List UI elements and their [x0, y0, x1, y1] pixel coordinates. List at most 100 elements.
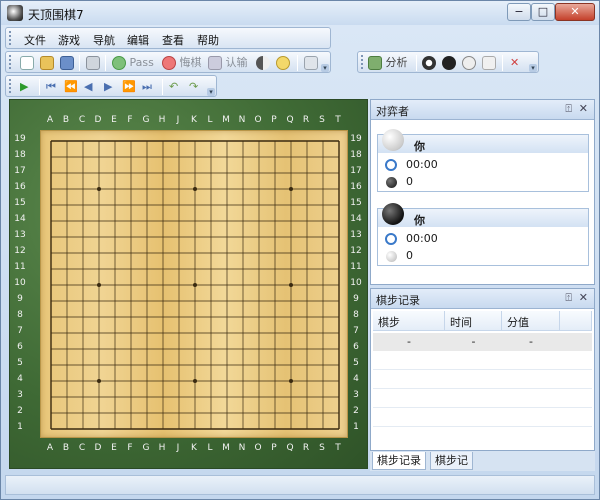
- board-column-label: R: [302, 443, 310, 453]
- pin-icon[interactable]: ⍐: [565, 102, 572, 116]
- last-move-icon[interactable]: ⏭: [142, 79, 152, 95]
- moves-panel: 棋步记录 ⍐ ✕ 棋步 时间 分值 - - -: [370, 288, 595, 451]
- board-column-label: R: [302, 115, 310, 125]
- white-player-name: 你: [414, 140, 425, 153]
- close-icon[interactable]: ✕: [579, 102, 588, 115]
- variation-down-icon[interactable]: ↷: [189, 79, 198, 95]
- toolbar-overflow-icon[interactable]: ▾: [529, 64, 537, 72]
- table-cell[interactable]: -: [502, 333, 560, 351]
- close-icon[interactable]: ✕: [579, 291, 588, 304]
- main-toolbar: Pass 悔棋 认输 ▾: [5, 51, 331, 73]
- white-player-time: 00:00: [406, 158, 438, 171]
- menu-help[interactable]: 帮助: [197, 32, 219, 48]
- variation-up-icon[interactable]: ↶: [169, 79, 178, 95]
- board-column-label: C: [78, 115, 86, 125]
- star-point: [289, 379, 293, 383]
- stones-icon[interactable]: [422, 55, 436, 71]
- column-header-time[interactable]: 时间: [445, 311, 502, 331]
- board-row-label: 15: [350, 198, 362, 208]
- toolbar-overflow-icon[interactable]: ▾: [207, 88, 215, 96]
- black-stone-icon: [386, 177, 397, 188]
- menu-navigate[interactable]: 导航: [93, 32, 115, 48]
- table-row-line: [373, 407, 592, 408]
- back-ten-icon[interactable]: ⏪: [64, 79, 78, 95]
- toolbar-separator: [502, 55, 503, 71]
- app-window: 天顶围棋7 − □ ✕ 文件 游戏 导航 编辑 查看 帮助 Pass 悔棋 认输…: [0, 0, 600, 500]
- pin-icon[interactable]: ⍐: [565, 291, 572, 305]
- board-grid[interactable]: [41, 131, 349, 439]
- clear-icon[interactable]: [482, 55, 496, 71]
- menu-view[interactable]: 查看: [162, 32, 184, 48]
- go-board[interactable]: [40, 130, 348, 438]
- star-point: [97, 283, 101, 287]
- star-point: [193, 283, 197, 287]
- play-icon[interactable]: ▶: [20, 79, 28, 95]
- tab-moves-2[interactable]: 棋步记: [430, 452, 473, 470]
- board-column-label: L: [207, 115, 213, 125]
- board-row-label: 16: [14, 182, 26, 192]
- forward-ten-icon[interactable]: ⏩: [122, 79, 136, 95]
- star-point: [289, 187, 293, 191]
- lightbulb-icon[interactable]: [276, 55, 290, 71]
- board-column-label: O: [254, 115, 262, 125]
- board-row-label: 7: [17, 326, 23, 336]
- board-column-label: E: [111, 115, 117, 125]
- board-column-label: H: [158, 443, 166, 453]
- minimize-button[interactable]: −: [507, 3, 531, 21]
- table-cell[interactable]: -: [373, 333, 445, 351]
- clock-icon: [385, 159, 397, 171]
- star-point: [97, 187, 101, 191]
- toolbar-grip-icon[interactable]: [9, 79, 12, 93]
- black-player-captured: 0: [406, 249, 413, 262]
- board-column-label: M: [222, 443, 230, 453]
- white-stone-add-icon[interactable]: [462, 55, 476, 71]
- white-stone-icon: [386, 251, 397, 262]
- pass-label: Pass: [129, 56, 154, 69]
- menu-edit[interactable]: 编辑: [127, 32, 149, 48]
- close-button[interactable]: ✕: [555, 3, 595, 21]
- print-icon[interactable]: [86, 55, 100, 71]
- column-header-score[interactable]: 分值: [502, 311, 560, 331]
- board-row-label: 10: [14, 278, 26, 288]
- menu-file[interactable]: 文件: [24, 32, 46, 48]
- resign-button[interactable]: 认输: [208, 55, 248, 71]
- panel-tab-strip: 棋步记录 棋步记: [370, 451, 595, 471]
- board-row-label: 8: [353, 310, 359, 320]
- analyze-button[interactable]: 分析: [368, 55, 408, 71]
- board-column-label: N: [238, 115, 246, 125]
- toolbar-grip-icon[interactable]: [9, 55, 12, 69]
- board-column-label: K: [191, 115, 197, 125]
- menu-game[interactable]: 游戏: [58, 32, 80, 48]
- board-row-label: 15: [14, 198, 26, 208]
- toolbar-overflow-icon[interactable]: ▾: [321, 64, 329, 72]
- save-icon[interactable]: [60, 55, 74, 71]
- board-row-label: 4: [17, 374, 23, 384]
- board-row-label: 2: [353, 406, 359, 416]
- board-row-label: 12: [350, 246, 362, 256]
- board-row-label: 17: [14, 166, 26, 176]
- toolbar-grip-icon[interactable]: [361, 55, 364, 69]
- undo-button[interactable]: 悔棋: [162, 55, 202, 71]
- delete-icon[interactable]: ✕: [510, 55, 519, 71]
- column-header-move[interactable]: 棋步: [373, 311, 445, 331]
- players-panel-title: 对弈者: [376, 105, 409, 118]
- eraser-icon[interactable]: [304, 55, 318, 71]
- stone-hint-icon[interactable]: [256, 55, 270, 71]
- tab-moves[interactable]: 棋步记录: [372, 452, 426, 470]
- first-move-icon[interactable]: ⏮: [46, 79, 56, 95]
- forward-one-icon[interactable]: ▶: [104, 79, 112, 95]
- board-row-label: 9: [17, 294, 23, 304]
- table-row-line: [373, 388, 592, 389]
- table-cell[interactable]: -: [445, 333, 502, 351]
- board-column-label: L: [207, 443, 213, 453]
- back-one-icon[interactable]: ◀: [84, 79, 92, 95]
- clock-icon: [385, 233, 397, 245]
- go-app-icon: [7, 5, 23, 21]
- pass-button[interactable]: Pass: [112, 55, 154, 71]
- black-stone-add-icon[interactable]: [442, 55, 456, 71]
- toolbar-grip-icon[interactable]: [9, 31, 12, 45]
- maximize-button[interactable]: □: [531, 3, 555, 21]
- open-folder-icon[interactable]: [40, 55, 54, 71]
- board-column-label: Q: [286, 443, 294, 453]
- new-file-icon[interactable]: [20, 55, 34, 71]
